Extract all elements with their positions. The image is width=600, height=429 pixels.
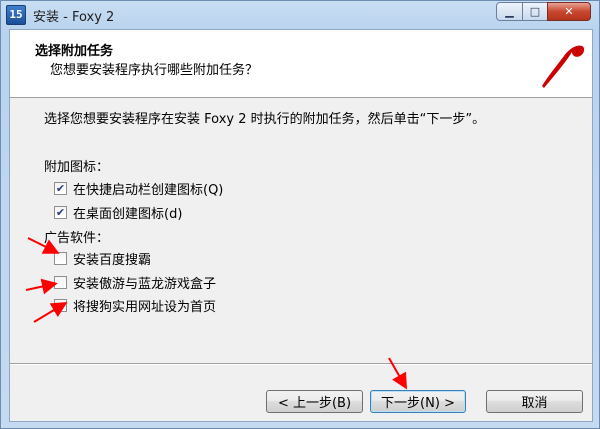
checkbox-label: 将搜狗实用网址设为首页 — [73, 299, 217, 315]
minimize-button[interactable]: ▁ — [496, 2, 523, 21]
heart-logo-icon — [542, 45, 585, 88]
checkbox-box[interactable] — [54, 251, 67, 265]
checkbox-box[interactable]: ✔ — [54, 181, 67, 195]
cancel-button[interactable]: 取消 — [486, 390, 583, 413]
back-button[interactable]: < 上一步(B) — [266, 390, 363, 413]
caption-buttons: ▁ □ ✕ — [496, 2, 591, 21]
checkbox-label: 安装傲游与蓝龙游戏盒子 — [73, 276, 217, 292]
app-icon: 15 — [6, 5, 26, 25]
checkbox-quicklaunch-icon[interactable]: ✔ 在快捷启动栏创建图标(Q) — [54, 179, 224, 198]
checkmark-icon: ✔ — [55, 205, 66, 219]
group-label-icons: 附加图标： — [44, 160, 110, 175]
page-title: 选择附加任务 — [35, 44, 114, 59]
checkbox-box[interactable]: ✔ — [54, 205, 67, 219]
maximize-button[interactable]: □ — [522, 2, 548, 21]
checkbox-maxthon[interactable]: 安装傲游与蓝龙游戏盒子 — [54, 273, 217, 292]
checkbox-baidu[interactable]: 安装百度搜霸 — [54, 249, 152, 268]
group-label-adware: 广告软件： — [44, 231, 110, 246]
maximize-icon: □ — [529, 5, 541, 18]
checkmark-icon: ✔ — [55, 181, 66, 195]
checkbox-label: 在快捷启动栏创建图标(Q) — [73, 182, 224, 198]
checkbox-desktop-icon[interactable]: ✔ 在桌面创建图标(d) — [54, 203, 183, 222]
wizard-client-area: 选择附加任务 您想要安装程序执行哪些附加任务？ 选择您想要安装程序在安装 Fox… — [9, 29, 593, 422]
minimize-icon: ▁ — [505, 5, 514, 18]
installer-window: 15 安装 - Foxy 2 ▁ □ ✕ 选择附加任务 您想要安装程序执行哪些附… — [0, 0, 600, 429]
close-icon: ✕ — [564, 5, 574, 18]
wizard-header: 选择附加任务 您想要安装程序执行哪些附加任务？ — [10, 30, 592, 98]
checkbox-label: 安装百度搜霸 — [73, 252, 152, 268]
checkbox-label: 在桌面创建图标(d) — [73, 206, 183, 222]
title-bar[interactable]: 15 安装 - Foxy 2 ▁ □ ✕ — [1, 1, 599, 29]
checkbox-box[interactable] — [54, 275, 67, 289]
close-button[interactable]: ✕ — [547, 2, 591, 21]
checkbox-sogou[interactable]: 将搜狗实用网址设为首页 — [54, 296, 217, 315]
instruction-text: 选择您想要安装程序在安装 Foxy 2 时执行的附加任务，然后单击“下一步”。 — [44, 112, 486, 127]
checkbox-box[interactable] — [54, 298, 67, 312]
next-button[interactable]: 下一步(N) > — [370, 390, 466, 413]
page-subtitle: 您想要安装程序执行哪些附加任务？ — [50, 63, 259, 78]
wizard-body: 选择您想要安装程序在安装 Foxy 2 时执行的附加任务，然后单击“下一步”。 … — [10, 99, 592, 379]
window-title: 安装 - Foxy 2 — [33, 10, 115, 25]
bottom-separator — [10, 363, 592, 365]
